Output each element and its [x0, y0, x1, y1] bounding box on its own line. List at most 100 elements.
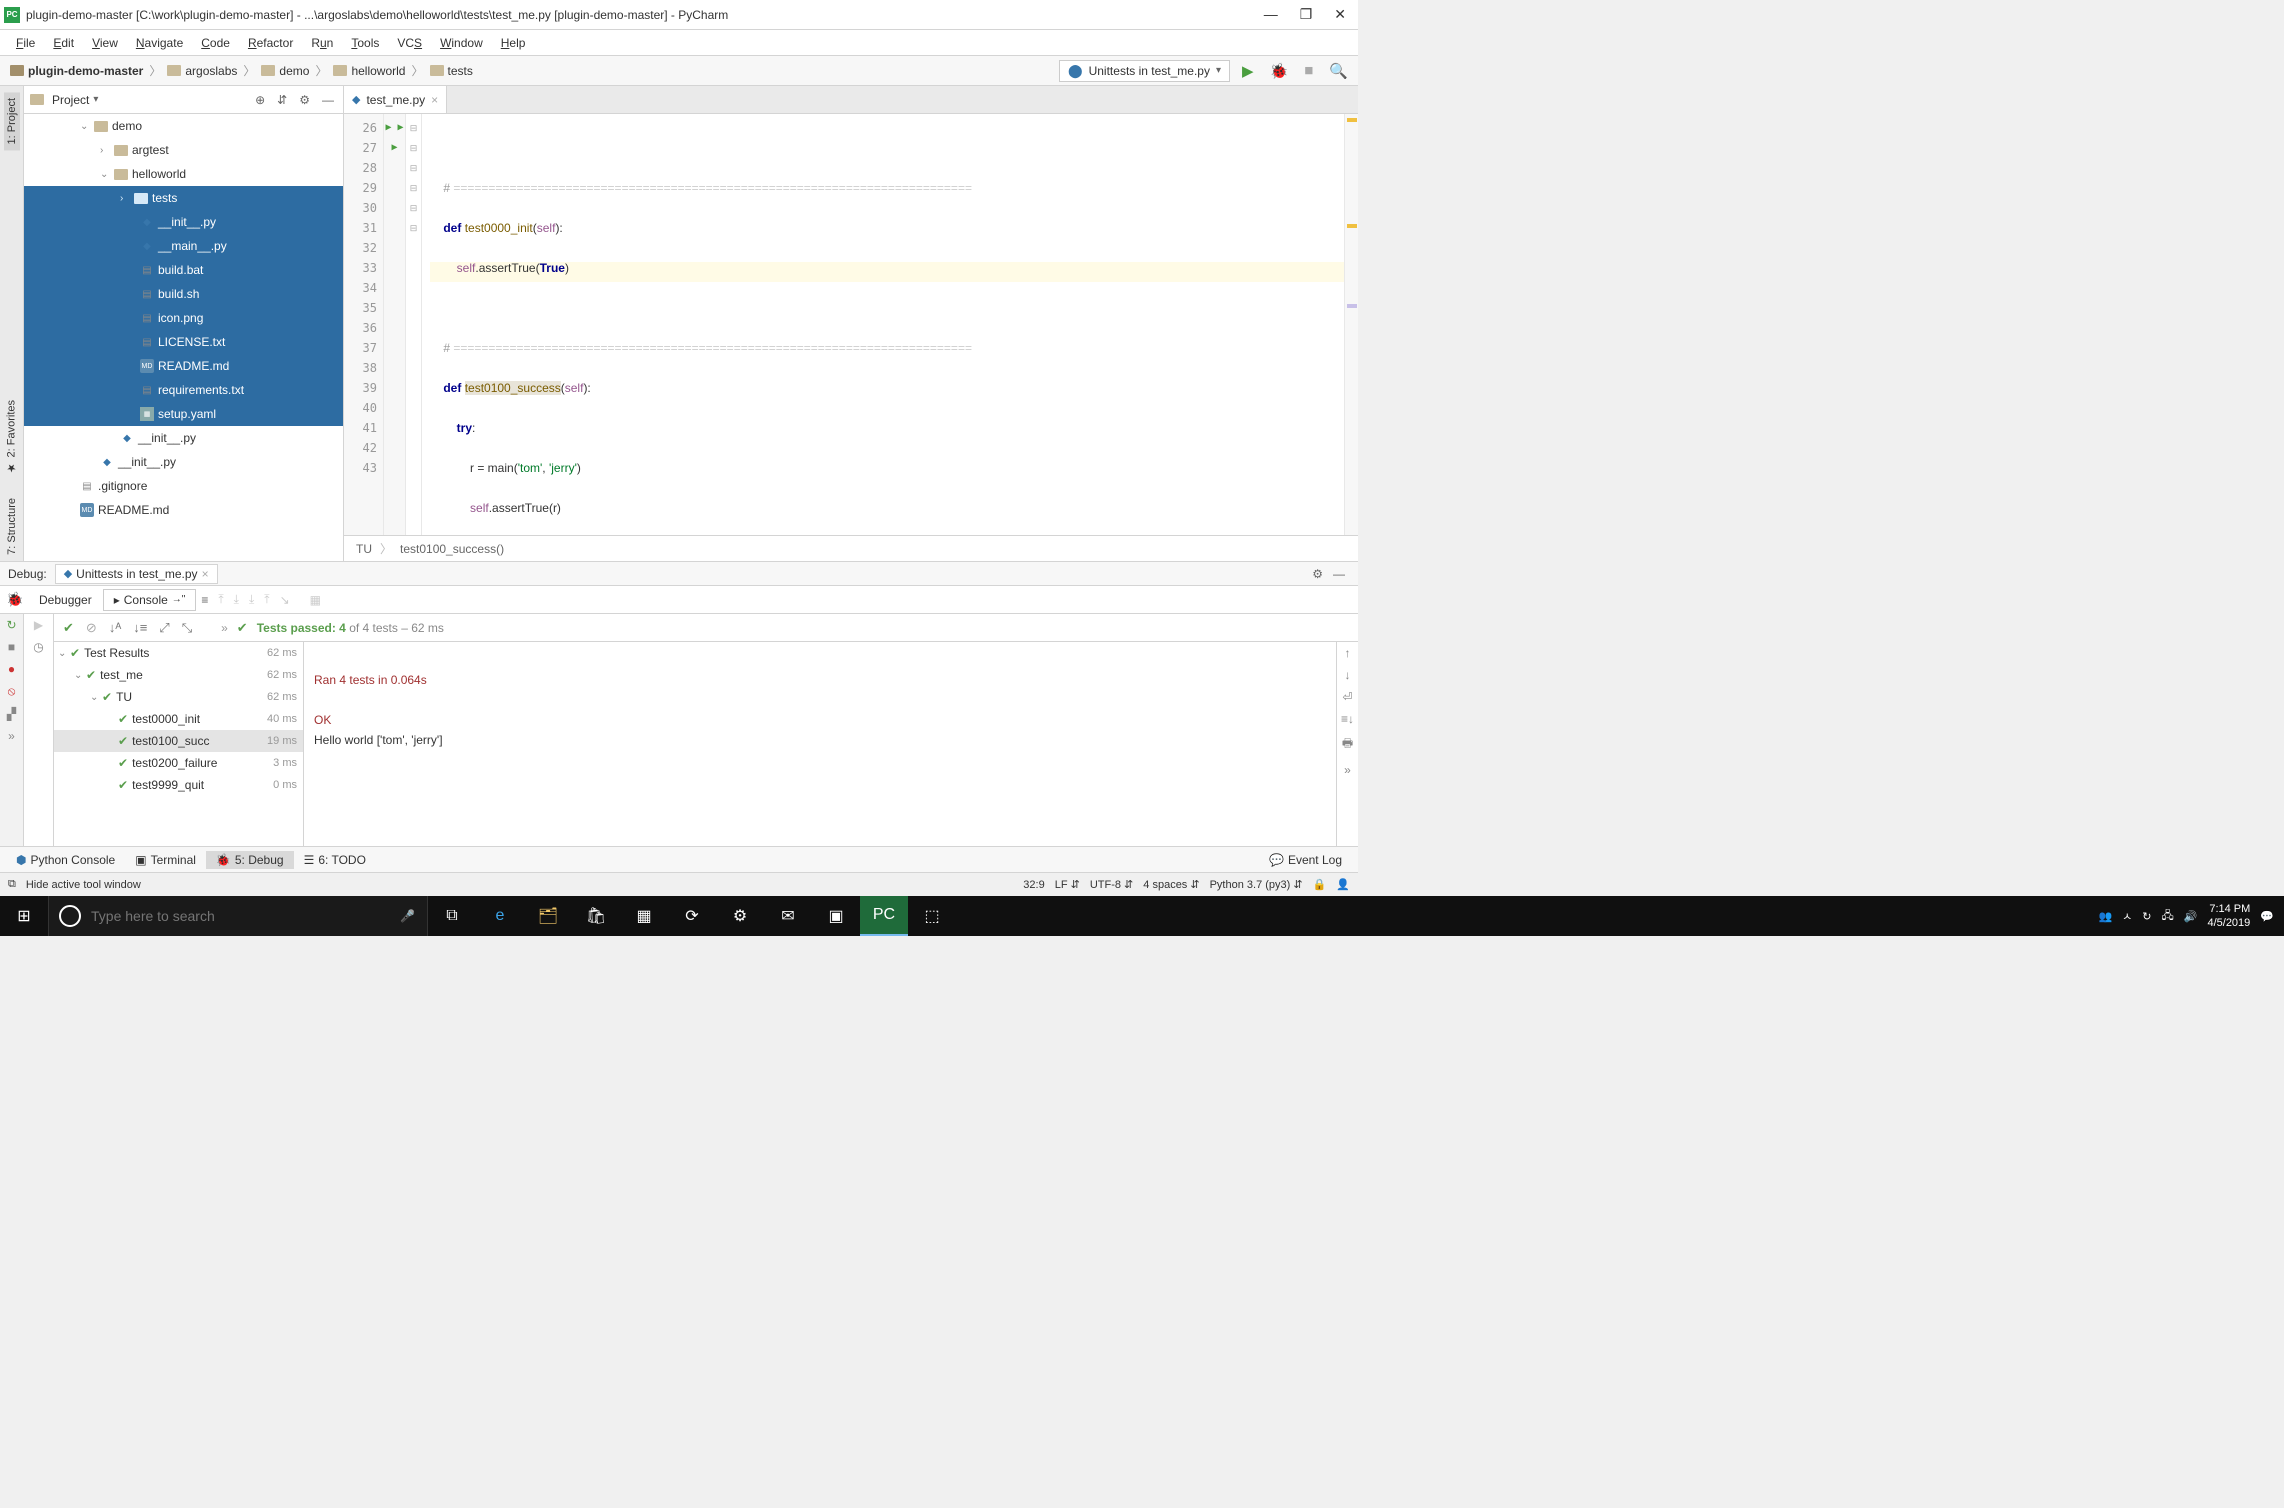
- tree-file[interactable]: MDREADME.md: [24, 498, 343, 522]
- close-tab-icon[interactable]: ×: [431, 93, 438, 107]
- toggle-icon[interactable]: ⦸: [8, 684, 16, 699]
- structure-tool-tab[interactable]: 7: Structure: [4, 492, 20, 561]
- layout-icon[interactable]: ▞: [7, 707, 16, 721]
- cursor-position[interactable]: 32:9: [1023, 879, 1044, 891]
- toolbar-icon[interactable]: ⤓: [244, 592, 259, 607]
- menu-tools[interactable]: Tools: [343, 34, 387, 52]
- mail-icon[interactable]: ✉: [764, 896, 812, 936]
- clock[interactable]: 7:14 PM4/5/2019: [2207, 902, 2250, 930]
- print-icon[interactable]: 🖶: [1342, 734, 1353, 755]
- todo-tab[interactable]: ☰6: TODO: [294, 851, 376, 869]
- breadcrumb-item[interactable]: demo: [257, 64, 313, 78]
- debug-tab[interactable]: 🐞5: Debug: [206, 851, 294, 869]
- tree-file[interactable]: ▤requirements.txt: [24, 378, 343, 402]
- breadcrumb-item[interactable]: plugin-demo-master: [6, 64, 147, 78]
- tree-file[interactable]: ▤LICENSE.txt: [24, 330, 343, 354]
- terminal-tab[interactable]: ▣Terminal: [125, 851, 206, 869]
- settings-icon[interactable]: ⚙: [296, 93, 313, 107]
- gear-icon[interactable]: ⚙: [1307, 567, 1328, 581]
- tree-file[interactable]: ▤build.bat: [24, 258, 343, 282]
- tree-row[interactable]: ✔test0200_failure3 ms: [54, 752, 303, 774]
- editor-breadcrumb[interactable]: TU〉test0100_success(): [344, 535, 1358, 561]
- toolbar-icon[interactable]: ⤓: [229, 592, 244, 607]
- editor-tab[interactable]: ◆ test_me.py ×: [344, 86, 447, 113]
- event-log-tab[interactable]: 💬Event Log: [1259, 851, 1352, 869]
- project-tree[interactable]: ⌄demo ›argtest ⌄helloworld ›tests ◆__ini…: [24, 114, 343, 561]
- search-everywhere-button[interactable]: 🔍: [1325, 62, 1352, 80]
- tree-folder-tests[interactable]: ›tests: [24, 186, 343, 210]
- rerun-icon[interactable]: ↻: [6, 618, 16, 632]
- menu-navigate[interactable]: Navigate: [128, 34, 191, 52]
- collapse-icon[interactable]: ⧉: [8, 878, 16, 891]
- editor-overview-ruler[interactable]: [1344, 114, 1358, 535]
- system-tray[interactable]: 👥 ㅅ ↻ 🖧 🔊 7:14 PM4/5/2019 💬: [2088, 902, 2284, 930]
- search-input[interactable]: [91, 908, 388, 924]
- debug-session-tab[interactable]: ◆Unittests in test_me.py×: [55, 564, 218, 584]
- tree-file[interactable]: ◆__init__.py: [24, 210, 343, 234]
- menu-view[interactable]: View: [84, 34, 126, 52]
- fold-gutter[interactable]: ⊟ ⊟ ⊟ ⊟ ⊟ ⊟: [406, 114, 422, 535]
- tree-folder[interactable]: ⌄helloworld: [24, 162, 343, 186]
- favorites-tool-tab[interactable]: ★2: Favorites: [3, 394, 20, 480]
- task-view-icon[interactable]: ⧉: [428, 896, 476, 936]
- run-config-selector[interactable]: ⬤ Unittests in test_me.py ▾: [1059, 60, 1230, 82]
- settings-icon[interactable]: ⚙: [716, 896, 764, 936]
- store-icon[interactable]: 🛍: [572, 896, 620, 936]
- tree-file[interactable]: ▦setup.yaml: [24, 402, 343, 426]
- scroll-icon[interactable]: ≡↓: [1341, 712, 1354, 726]
- tree-row[interactable]: ⌄✔TU62 ms: [54, 686, 303, 708]
- menu-edit[interactable]: Edit: [45, 34, 82, 52]
- tree-file[interactable]: ▤icon.png: [24, 306, 343, 330]
- app-icon[interactable]: ⟳: [668, 896, 716, 936]
- menu-run[interactable]: Run: [303, 34, 341, 52]
- tree-file[interactable]: ▤build.sh: [24, 282, 343, 306]
- breadcrumb-item[interactable]: argoslabs: [163, 64, 241, 78]
- hide-icon[interactable]: —: [319, 93, 337, 107]
- close-button[interactable]: ✕: [1334, 6, 1346, 23]
- menu-window[interactable]: Window: [432, 34, 491, 52]
- stop-icon[interactable]: ■: [8, 640, 15, 654]
- tree-row-selected[interactable]: ✔test0100_succ19 ms: [54, 730, 303, 752]
- menu-code[interactable]: Code: [193, 34, 238, 52]
- more-icon[interactable]: »: [1344, 763, 1351, 777]
- debug-button[interactable]: 🐞: [1266, 62, 1293, 80]
- down-icon[interactable]: ↓: [1345, 668, 1351, 682]
- clock-icon[interactable]: ◷: [33, 640, 43, 654]
- tree-file[interactable]: ◆__init__.py: [24, 450, 343, 474]
- sort-icon[interactable]: ↓≡: [130, 620, 150, 635]
- breadcrumb-item[interactable]: helloworld: [329, 64, 409, 78]
- run-gutter[interactable]: ▶ ▶ ▶: [384, 114, 406, 535]
- encoding[interactable]: UTF-8 ⇵: [1090, 878, 1133, 891]
- tree-row[interactable]: ✔test9999_quit0 ms: [54, 774, 303, 796]
- project-tool-tab[interactable]: 1: Project: [4, 92, 20, 150]
- hector-icon[interactable]: 👤: [1336, 878, 1350, 891]
- console-subtab[interactable]: ▸Console→": [103, 589, 197, 611]
- menu-file[interactable]: File: [8, 34, 43, 52]
- menu-help[interactable]: Help: [493, 34, 534, 52]
- people-icon[interactable]: 👥: [2098, 910, 2112, 923]
- tree-row[interactable]: ⌄✔test_me62 ms: [54, 664, 303, 686]
- maximize-button[interactable]: ❐: [1300, 6, 1313, 23]
- show-passed-icon[interactable]: ✔: [60, 620, 77, 636]
- resume-icon[interactable]: ▶: [34, 618, 43, 632]
- indent[interactable]: 4 spaces ⇵: [1143, 878, 1199, 891]
- toolbar-icon[interactable]: ⤒: [213, 592, 228, 607]
- collapse-all-icon[interactable]: ⇵: [274, 93, 290, 107]
- run-button[interactable]: ▶: [1238, 62, 1258, 80]
- toolbar-icon[interactable]: ≡: [196, 593, 213, 607]
- up-icon[interactable]: ↑: [1345, 646, 1351, 660]
- toggle-icon[interactable]: ●: [8, 662, 15, 676]
- python-console-tab[interactable]: ⬢Python Console: [6, 851, 125, 869]
- tray-chevron-icon[interactable]: ㅅ: [2122, 908, 2132, 924]
- code-editor[interactable]: # ======================================…: [422, 114, 1344, 535]
- line-number-gutter[interactable]: 26 27 28 29 30 31 32 33 34 35 36 37 38 3…: [344, 114, 384, 535]
- tree-file[interactable]: ◆__main__.py: [24, 234, 343, 258]
- app-icon[interactable]: ▣: [812, 896, 860, 936]
- menu-refactor[interactable]: Refactor: [240, 34, 301, 52]
- line-ending[interactable]: LF ⇵: [1055, 878, 1080, 891]
- toolbar-icon[interactable]: ↘: [275, 593, 295, 607]
- network-icon[interactable]: 🖧: [2162, 907, 2174, 926]
- tree-folder[interactable]: ⌄demo: [24, 114, 343, 138]
- mic-icon[interactable]: 🎤: [388, 909, 427, 923]
- lock-icon[interactable]: 🔒: [1313, 878, 1327, 891]
